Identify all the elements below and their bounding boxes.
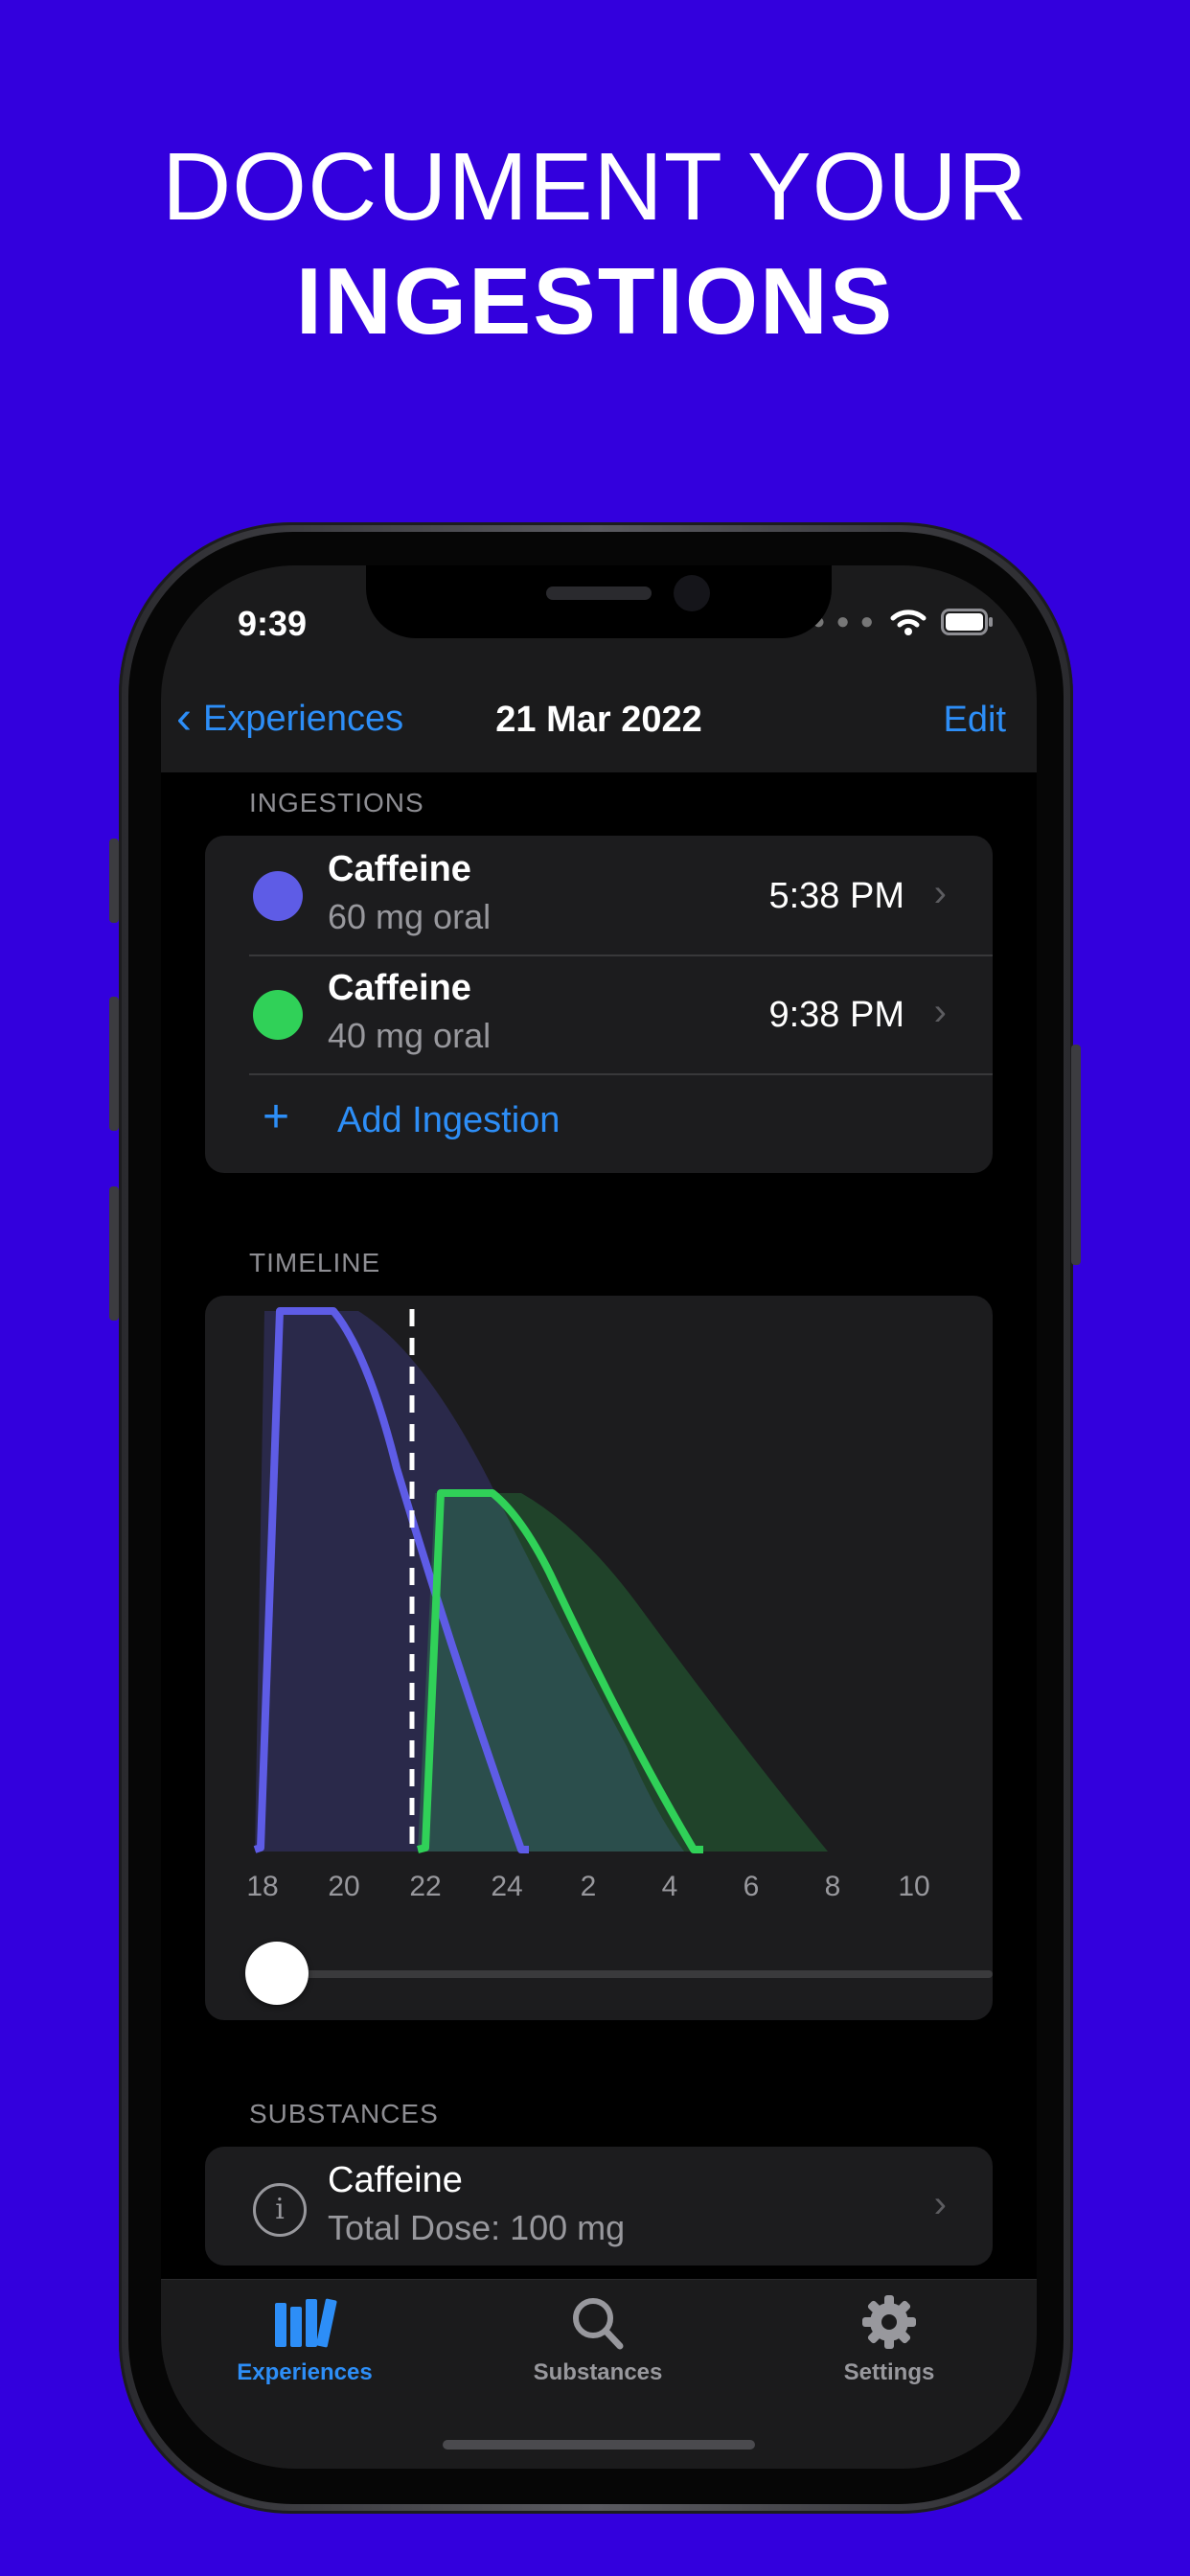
ingestion-name: Caffeine <box>328 849 471 889</box>
page-title: 21 Mar 2022 <box>495 700 702 740</box>
timeline-slider-track[interactable] <box>249 1970 993 1978</box>
edit-button[interactable]: Edit <box>944 700 1006 741</box>
substance-row[interactable]: i Caffeine Total Dose: 100 mg › <box>205 2147 993 2266</box>
timeline-tick: 10 <box>898 1871 930 1902</box>
substance-total-dose: Total Dose: 100 mg <box>328 2208 626 2247</box>
tab-substances-label: Substances <box>533 2359 663 2385</box>
chevron-right-icon: › <box>933 872 947 914</box>
info-icon: i <box>253 2183 307 2237</box>
plus-icon: + <box>263 1092 290 1142</box>
timeline-tick: 8 <box>824 1871 841 1902</box>
timeline-tick: 18 <box>246 1871 279 1902</box>
timeline-tick: 20 <box>328 1871 360 1902</box>
headline-line-2: INGESTIONS <box>295 248 895 354</box>
tab-experiences-label: Experiences <box>237 2359 373 2385</box>
timeline-tick: 4 <box>661 1871 678 1902</box>
caffeine-2-range-area <box>418 1493 828 1852</box>
substances-section-label: SUBSTANCES <box>249 2099 439 2128</box>
substance-name: Caffeine <box>328 2160 463 2200</box>
tab-settings[interactable]: Settings <box>793 2293 985 2386</box>
ingestion-row[interactable]: Caffeine 40 mg oral 9:38 PM › <box>205 954 993 1073</box>
ingestion-color-dot <box>253 871 303 921</box>
battery-icon <box>941 609 993 635</box>
timeline-tick: 2 <box>580 1871 597 1902</box>
add-ingestion-label: Add Ingestion <box>337 1100 561 1140</box>
ingestion-name: Caffeine <box>328 968 471 1008</box>
timeline-chart <box>253 1307 828 1853</box>
front-camera <box>674 575 710 611</box>
home-indicator <box>443 2440 755 2450</box>
timeline-card: 18 20 22 24 2 4 6 8 10 <box>205 1296 993 2020</box>
wifi-icon <box>890 610 927 635</box>
ingestion-dose: 40 mg oral <box>328 1016 492 1055</box>
magnifier-icon <box>573 2298 624 2350</box>
chevron-right-icon: › <box>933 2183 947 2225</box>
ingestion-dose: 60 mg oral <box>328 897 492 936</box>
tab-experiences[interactable]: Experiences <box>209 2293 400 2386</box>
timeline-tick: 22 <box>409 1871 442 1902</box>
timeline-slider-thumb[interactable] <box>245 1942 309 2005</box>
books-icon <box>275 2298 337 2348</box>
app-screen: 9:39 ● ● ● ● ‹ Experiences 21 Mar 2022 E… <box>161 565 1037 2469</box>
add-ingestion-button[interactable]: + Add Ingestion <box>205 1073 993 1169</box>
ingestion-time: 9:38 PM <box>768 995 904 1035</box>
timeline-tick: 24 <box>491 1871 523 1902</box>
ingestion-row[interactable]: Caffeine 60 mg oral 5:38 PM › <box>205 836 993 954</box>
mute-switch <box>109 839 119 923</box>
tab-settings-label: Settings <box>843 2359 935 2385</box>
navigation-bar: ‹ Experiences 21 Mar 2022 Edit <box>161 671 1037 772</box>
ingestions-section-label: INGESTIONS <box>249 788 424 817</box>
chevron-right-icon: › <box>933 991 947 1033</box>
power-button <box>1071 1045 1081 1265</box>
volume-up-button <box>109 997 119 1131</box>
notch <box>366 565 832 638</box>
ingestion-time: 5:38 PM <box>768 876 904 916</box>
timeline-section-label: TIMELINE <box>249 1248 381 1277</box>
earpiece-speaker <box>546 586 652 600</box>
ingestions-card: Caffeine 60 mg oral 5:38 PM › Caffeine 4… <box>205 836 993 1173</box>
timeline-tick: 6 <box>743 1871 760 1902</box>
substances-card: i Caffeine Total Dose: 100 mg › <box>205 2147 993 2266</box>
gear-icon <box>862 2295 916 2349</box>
tab-substances[interactable]: Substances <box>502 2293 694 2386</box>
volume-down-button <box>109 1186 119 1321</box>
headline-line-1: DOCUMENT YOUR <box>162 133 1028 241</box>
status-time: 9:39 <box>238 604 308 643</box>
ingestion-color-dot <box>253 990 303 1040</box>
